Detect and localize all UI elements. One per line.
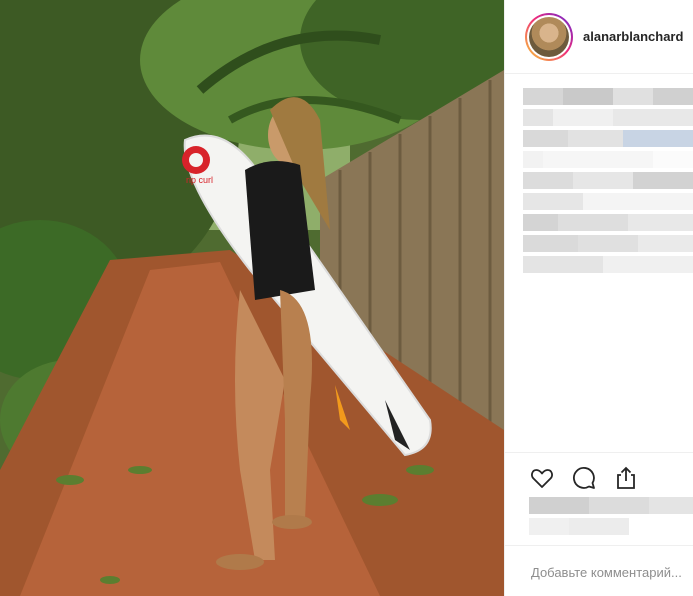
caption-pixelated	[523, 88, 693, 277]
pixel-row	[529, 518, 693, 535]
avatar-frame	[527, 14, 571, 59]
pixel-row	[523, 109, 693, 126]
pixel-row	[529, 497, 693, 514]
board-brand-label: rip curl	[186, 175, 213, 185]
pixel-row	[523, 235, 693, 252]
post-sidebar: alanarblanchard	[504, 0, 693, 596]
username-link[interactable]: alanarblanchard	[583, 29, 683, 44]
pixel-row	[523, 256, 693, 273]
pixel-row	[523, 151, 693, 168]
like-button[interactable]	[529, 465, 555, 491]
comment-icon	[573, 467, 595, 489]
post-photo-illustration: rip curl	[0, 0, 504, 596]
share-button[interactable]	[613, 465, 639, 491]
post-actions	[505, 452, 693, 491]
avatar-story-ring[interactable]	[525, 12, 573, 61]
comment-input[interactable]	[531, 565, 693, 580]
pixel-row	[523, 214, 693, 231]
avatar	[529, 16, 569, 57]
pixel-row	[523, 130, 693, 147]
instagram-post: rip curl alanarblanchard Добавьте коммен…	[0, 0, 693, 596]
post-photo[interactable]: rip curl	[0, 0, 504, 596]
share-icon	[617, 466, 635, 489]
heart-icon	[531, 469, 553, 488]
pixel-row	[523, 193, 693, 210]
likes-pixelated	[529, 497, 693, 539]
post-header: alanarblanchard	[505, 0, 693, 74]
pixel-row	[523, 88, 693, 105]
add-comment-area	[505, 545, 693, 596]
comment-button[interactable]	[571, 465, 597, 491]
pixel-row	[523, 172, 693, 189]
